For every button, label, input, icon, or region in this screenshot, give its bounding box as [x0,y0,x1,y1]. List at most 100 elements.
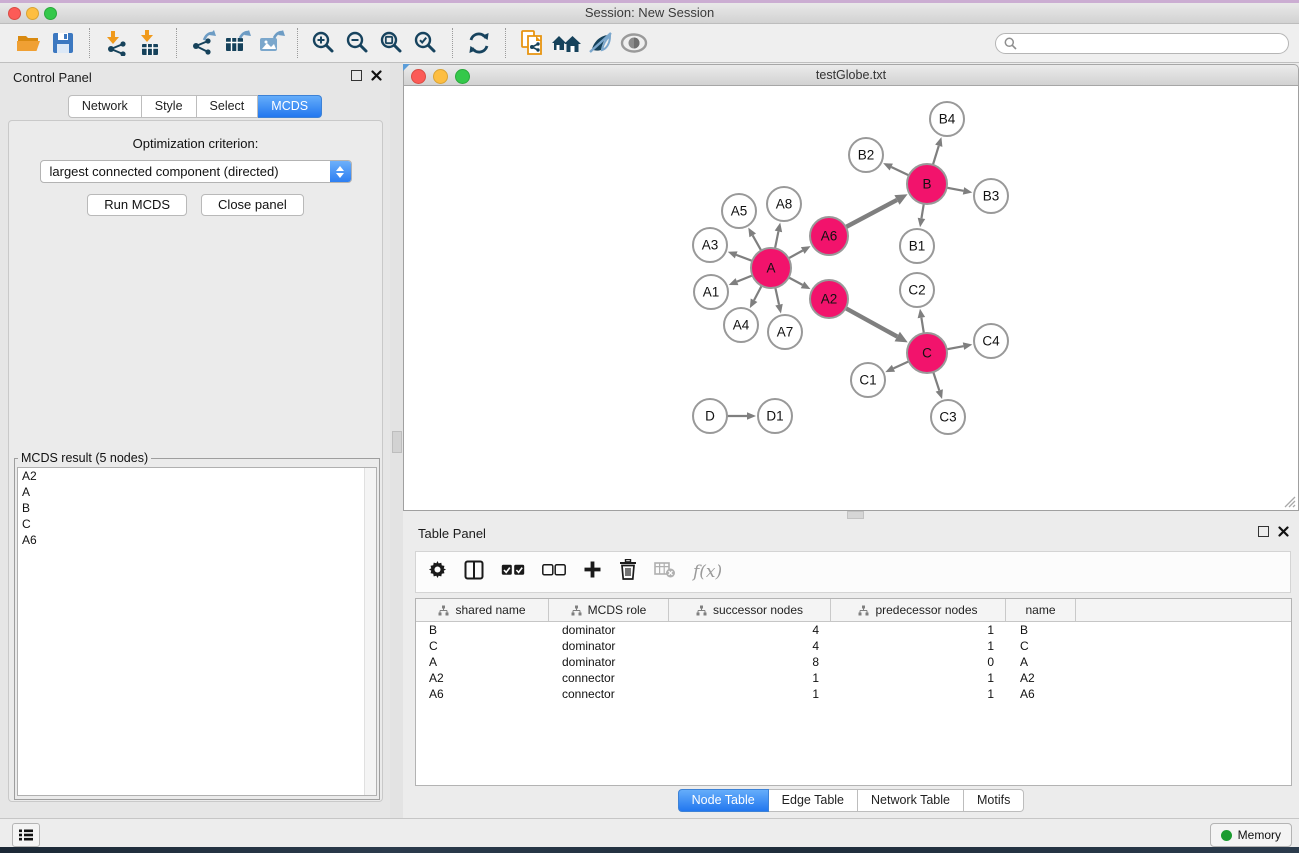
mcds-result-item[interactable]: A6 [18,532,376,548]
svg-text:A3: A3 [702,238,719,253]
graph-node-B1[interactable]: B1 [900,229,934,263]
import-table-icon[interactable] [133,27,167,59]
horizontal-splitter-handle[interactable] [847,511,864,519]
graph-arrowhead [728,251,738,258]
zoom-fit-icon[interactable] [375,27,409,59]
zoom-selected-icon[interactable] [409,27,443,59]
mcds-result-item[interactable]: B [18,500,376,516]
float-panel-icon[interactable] [351,70,362,81]
graph-node-A1[interactable]: A1 [694,275,728,309]
birds-eye-view-icon[interactable] [617,27,651,59]
mcds-result-list[interactable]: A2ABCA6 [17,467,377,796]
table-row[interactable]: Cdominator41C [416,638,1291,654]
resize-grip-icon[interactable] [1283,495,1296,508]
memory-button[interactable]: Memory [1210,823,1292,847]
graph-node-C4[interactable]: C4 [974,324,1008,358]
graph-node-D[interactable]: D [693,399,727,433]
graph-node-C3[interactable]: C3 [931,400,965,434]
network-canvas[interactable]: A A1 A2 A3 A4 A5 A6 A7 A8 B B1 B2 B3 B4 C C1 C2 C3 C4 D D1 [403,86,1299,511]
search-input[interactable] [1022,35,1280,52]
graph-node-A5[interactable]: A5 [722,194,756,228]
graph-node-B3[interactable]: B3 [974,179,1008,213]
graph-node-A6[interactable]: A6 [810,217,848,255]
export-image-icon[interactable] [254,27,288,59]
column-header-shared-name[interactable]: shared name [416,599,549,621]
graph-arrowhead [729,278,739,285]
mcds-result-item[interactable]: A [18,484,376,500]
status-bar: Memory [0,818,1299,848]
tab-edge-table[interactable]: Edge Table [769,789,858,812]
show-column-icon[interactable] [464,560,484,585]
home-icon[interactable] [549,27,583,59]
graph-node-A7[interactable]: A7 [768,315,802,349]
svg-text:C2: C2 [908,283,925,298]
control-panel-title: Control Panel [13,70,92,85]
tab-network-table[interactable]: Network Table [858,789,964,812]
graph-node-A4[interactable]: A4 [724,308,758,342]
run-mcds-button[interactable]: Run MCDS [87,194,187,216]
tab-motifs[interactable]: Motifs [964,789,1024,812]
graph-node-C[interactable]: C [907,333,947,373]
tab-node-table[interactable]: Node Table [678,789,769,812]
column-header-MCDS-role[interactable]: MCDS role [549,599,669,621]
column-header-name[interactable]: name [1006,599,1076,621]
zoom-out-icon[interactable] [341,27,375,59]
tab-select[interactable]: Select [197,95,259,118]
node-table[interactable]: shared nameMCDS rolesuccessor nodesprede… [415,598,1292,786]
export-network-icon[interactable] [186,27,220,59]
search-field[interactable] [995,33,1289,54]
graph-node-A8[interactable]: A8 [767,187,801,221]
import-network-icon[interactable] [99,27,133,59]
save-session-icon[interactable] [46,27,80,59]
close-panel-button[interactable]: Close panel [201,194,304,216]
table-row[interactable]: A2connector11A2 [416,670,1291,686]
deselect-all-checkboxes-icon[interactable] [542,563,566,581]
table-row[interactable]: A6connector11A6 [416,686,1291,702]
tab-network[interactable]: Network [68,95,142,118]
criterion-dropdown[interactable]: largest connected component (directed) [40,160,352,183]
svg-text:B1: B1 [909,239,926,254]
zoom-in-icon[interactable] [307,27,341,59]
tab-mcds[interactable]: MCDS [258,95,322,118]
table-cell: 1 [831,686,1006,702]
delete-column-icon[interactable] [619,559,637,585]
vertical-splitter[interactable] [390,63,403,818]
graph-node-A[interactable]: A [751,248,791,288]
float-table-panel-icon[interactable] [1258,526,1269,537]
clone-network-icon[interactable] [515,27,549,59]
close-table-panel-icon[interactable] [1278,526,1289,537]
network-window-titlebar[interactable]: testGlobe.txt [403,64,1299,86]
graph-node-C1[interactable]: C1 [851,363,885,397]
network-view-window: testGlobe.txt A A1 A2 A3 A4 A5 A6 A7 A8 B B1 B2 B3 B4… [403,64,1299,511]
graph-node-B[interactable]: B [907,164,947,204]
refresh-icon[interactable] [462,27,496,59]
table-cell: A6 [1006,686,1076,702]
mcds-panel: Optimization criterion: largest connecte… [8,120,383,802]
table-row[interactable]: Adominator80A [416,654,1291,670]
graph-node-B4[interactable]: B4 [930,102,964,136]
splitter-handle[interactable] [392,431,402,453]
task-history-button[interactable] [12,823,40,847]
toggle-graphics-details-icon[interactable] [583,27,617,59]
column-header-successor-nodes[interactable]: successor nodes [669,599,831,621]
column-header-predecessor-nodes[interactable]: predecessor nodes [831,599,1006,621]
table-row[interactable]: Bdominator41B [416,622,1291,638]
graph-node-A3[interactable]: A3 [693,228,727,262]
mcds-result-item[interactable]: A2 [18,468,376,484]
add-column-icon[interactable] [583,560,602,584]
mcds-result-item[interactable]: C [18,516,376,532]
svg-text:B: B [922,177,931,192]
network-graph[interactable]: A A1 A2 A3 A4 A5 A6 A7 A8 B B1 B2 B3 B4 C C1 C2 C3 C4 D D1 [404,86,1298,509]
select-all-checkboxes-icon[interactable] [501,563,525,581]
graph-node-D1[interactable]: D1 [758,399,792,433]
graph-node-C2[interactable]: C2 [900,273,934,307]
graph-node-A2[interactable]: A2 [810,280,848,318]
tab-style[interactable]: Style [142,95,197,118]
settings-gear-icon[interactable] [428,560,447,584]
scrollbar-track[interactable] [364,468,376,795]
graph-node-B2[interactable]: B2 [849,138,883,172]
export-table-icon[interactable] [220,27,254,59]
table-cell: 1 [831,670,1006,686]
close-panel-icon[interactable] [371,70,382,81]
open-file-icon[interactable] [12,27,46,59]
